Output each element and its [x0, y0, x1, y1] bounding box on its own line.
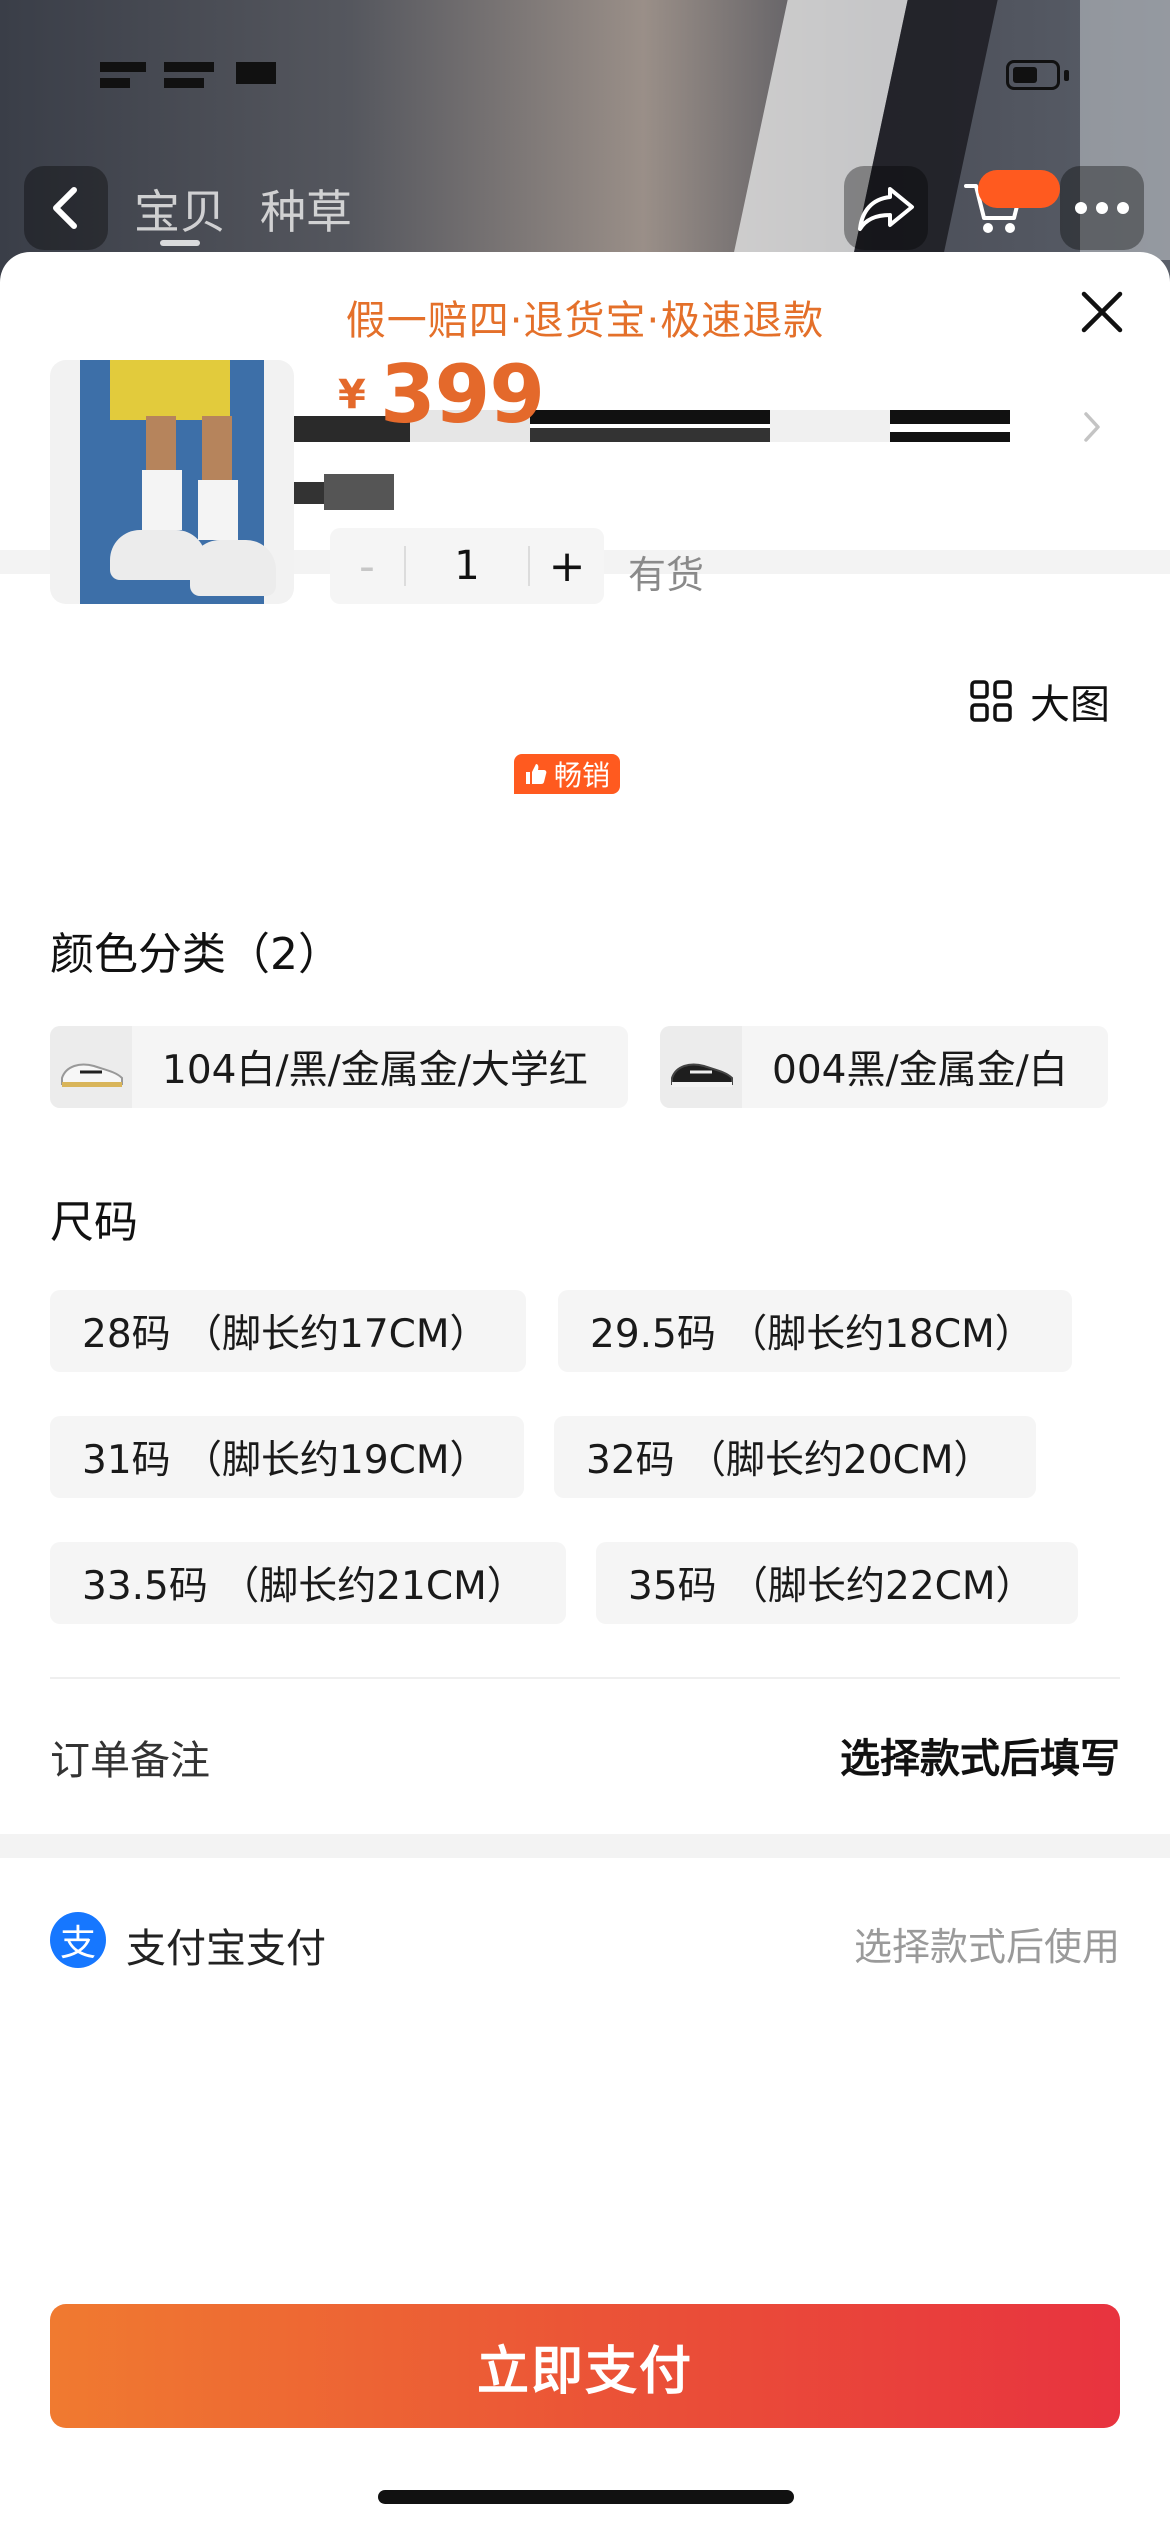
service-promo-banner: 假一赔四·退货宝·极速退款 [345, 298, 825, 344]
size-option-29-5[interactable]: 29.5码 （脚长约18CM） [558, 1290, 1072, 1372]
order-remark-action[interactable]: 选择款式后填写 [840, 1726, 1120, 1784]
header-tabs: 宝贝 种草 [134, 176, 352, 242]
alipay-icon: 支 [50, 1912, 106, 1968]
product-price: 399 [380, 348, 545, 441]
stock-status: 有货 [628, 553, 705, 597]
size-option-33-5[interactable]: 33.5码 （脚长约21CM） [50, 1542, 566, 1624]
big-image-toggle[interactable]: 大图 [970, 672, 1110, 730]
share-icon [858, 187, 914, 231]
size-option-28[interactable]: 28码 （脚长约17CM） [50, 1290, 526, 1372]
size-option-35[interactable]: 35码 （脚长约22CM） [596, 1542, 1078, 1624]
status-bar-time [100, 58, 280, 92]
color-option-label: 104白/黑/金属金/大学红 [162, 1048, 588, 1093]
grid-icon [970, 680, 1012, 722]
close-button[interactable] [1070, 280, 1134, 344]
section-divider [0, 1834, 1170, 1858]
close-icon [1081, 291, 1123, 333]
big-image-label: 大图 [1030, 682, 1110, 728]
size-section-title: 尺码 [50, 1197, 138, 1248]
color-thumbnail-black-shoe [660, 1026, 742, 1108]
color-option-label: 004黑/金属金/白 [772, 1048, 1068, 1093]
pay-now-button[interactable]: 立即支付 [50, 2304, 1120, 2428]
decrease-quantity-button[interactable]: - [330, 528, 404, 604]
color-thumbnail-white-shoe [50, 1026, 132, 1108]
home-indicator [378, 2490, 794, 2504]
quantity-stepper: - 1 + [330, 528, 604, 604]
address-chevron-right-icon [1082, 410, 1102, 448]
color-option-004[interactable]: 004黑/金属金/白 [660, 1026, 1108, 1108]
thumbs-up-icon [526, 764, 547, 784]
product-thumbnail[interactable] [50, 360, 294, 604]
battery-icon [1006, 60, 1060, 90]
tab-product[interactable]: 宝贝 [134, 176, 226, 242]
color-option-104[interactable]: 104白/黑/金属金/大学红 [50, 1026, 628, 1108]
remark-divider [50, 1677, 1120, 1679]
bestseller-badge-label: 畅销 [554, 759, 611, 792]
more-button[interactable] [1060, 166, 1144, 250]
more-icon [1075, 202, 1129, 214]
chevron-left-icon [53, 187, 77, 229]
tab-seeding[interactable]: 种草 [260, 176, 352, 242]
active-tab-indicator [160, 240, 200, 246]
payment-method-label[interactable]: 支付宝支付 [126, 1916, 326, 1974]
size-option-32[interactable]: 32码 （脚长约20CM） [554, 1416, 1036, 1498]
cart-count-badge [978, 170, 1060, 208]
size-option-31[interactable]: 31码 （脚长约19CM） [50, 1416, 524, 1498]
order-remark-label: 订单备注 [50, 1738, 210, 1784]
share-button[interactable] [844, 166, 928, 250]
bestseller-badge: 畅销 [514, 754, 621, 794]
back-button[interactable] [24, 166, 108, 250]
payment-method-hint: 选择款式后使用 [853, 1925, 1120, 1969]
currency-symbol: ¥ [338, 372, 366, 418]
quantity-value[interactable]: 1 [406, 543, 528, 589]
increase-quantity-button[interactable]: + [530, 528, 604, 604]
color-section-title: 颜色分类（2） [50, 929, 342, 980]
